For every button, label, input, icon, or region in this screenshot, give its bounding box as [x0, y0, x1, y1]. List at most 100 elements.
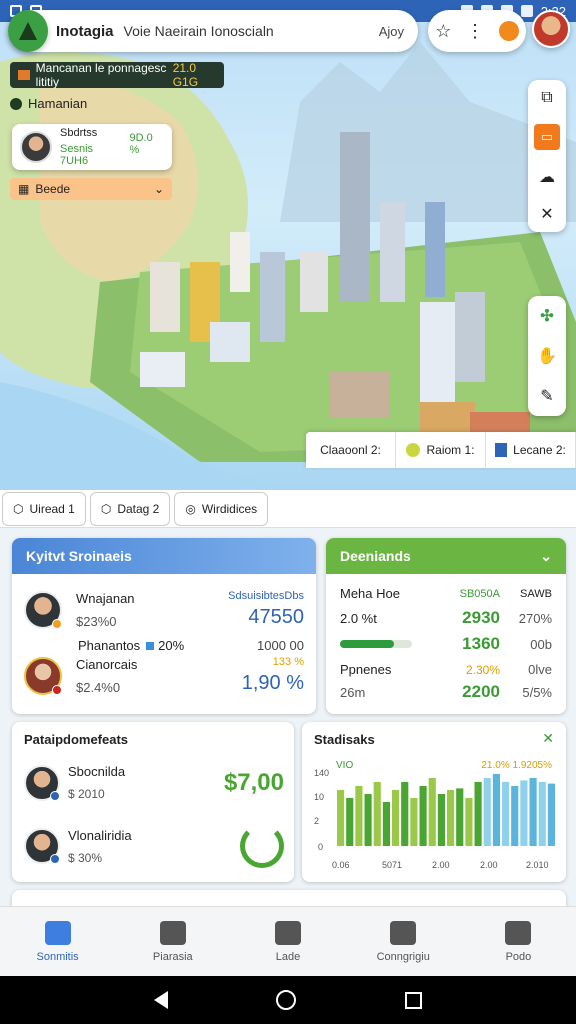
- nav-item-analytics[interactable]: Conngrigiu: [346, 907, 461, 976]
- list-item[interactable]: Phanantos 20% 1000 00: [78, 638, 304, 653]
- map-profile-card[interactable]: Sbdrtss Sesnis 7UH6 9D.0 %: [12, 124, 172, 170]
- chart-bar: [437, 794, 445, 846]
- banner-text: Mancanan le ponnagesc lititiy: [35, 61, 167, 89]
- chart-bar: [428, 778, 436, 846]
- app-logo[interactable]: [8, 10, 48, 52]
- status-badge: [50, 854, 60, 864]
- user-avatar[interactable]: [532, 10, 570, 48]
- chevron-down-icon: ⌄: [153, 182, 164, 196]
- chart-bar: [483, 778, 491, 846]
- chevron-down-icon[interactable]: ⌄: [540, 548, 552, 565]
- nav-item-people[interactable]: Piarasia: [115, 907, 230, 976]
- recents-icon[interactable]: [404, 991, 422, 1009]
- legend-item[interactable]: Lecane 2:: [486, 432, 576, 468]
- pin-icon: [10, 97, 22, 110]
- chart-bar: [538, 782, 546, 846]
- home-button-icon[interactable]: [276, 990, 297, 1010]
- map-location-label: Hamanian: [10, 96, 87, 111]
- cell-right: 5/5%: [522, 684, 552, 700]
- legend-item[interactable]: Claaoonl 2:: [306, 432, 396, 468]
- chip-1[interactable]: ⬡ Datag 2: [89, 491, 171, 526]
- camera-icon: ◎: [185, 501, 196, 516]
- chip-0[interactable]: ⬡ Uiread 1: [2, 491, 86, 526]
- star-icon[interactable]: ☆: [435, 21, 451, 42]
- chart-bar: [520, 780, 528, 846]
- chip-label: Wirdidices: [201, 501, 258, 516]
- chart-bar: [392, 790, 400, 846]
- chart-bar: [373, 782, 381, 846]
- legend-item[interactable]: Raiom 1:: [396, 432, 486, 468]
- map-tools-secondary: ✣ ✋ ✎: [528, 296, 566, 416]
- people-icon: [159, 920, 186, 945]
- chart-bar: [529, 778, 537, 846]
- card-header: Deeniands ⌄: [326, 538, 566, 574]
- cell-right: SAWB: [520, 587, 552, 600]
- notification-dot-icon[interactable]: [498, 21, 519, 41]
- x-tick: 2.00: [480, 860, 498, 870]
- layers-icon[interactable]: ⧉: [541, 89, 552, 107]
- statistics-card[interactable]: Stadisaks ✕ VIO 21.0% 1.9205% 140 10 2 0…: [302, 722, 566, 882]
- square-icon: [146, 641, 155, 650]
- list-item[interactable]: Sbocnilda $ 2010 $7,00: [24, 764, 284, 801]
- home-icon: [44, 920, 71, 945]
- list-item[interactable]: Vlonaliridia $ 30%: [24, 824, 284, 868]
- close-icon[interactable]: ✕: [540, 204, 553, 224]
- map-dropdown[interactable]: ▦ Beede ⌄: [10, 178, 172, 200]
- nav-label: Sonmitis: [36, 950, 79, 963]
- map-card-name: Sbdrtss: [60, 127, 98, 139]
- chart-bar: [346, 798, 354, 846]
- app-name: Inotagia: [56, 22, 114, 40]
- row-sub: $2.4%0: [76, 679, 121, 695]
- card-title: Kyitvt Sroinaeis: [12, 538, 316, 574]
- map-type-icon[interactable]: ▭: [534, 123, 560, 150]
- city-map[interactable]: [0, 22, 576, 492]
- more-icon[interactable]: ⋮: [466, 21, 484, 42]
- legend-dot-icon: [406, 443, 421, 457]
- nav-label: Conngrigiu: [376, 950, 430, 963]
- edit-icon[interactable]: ✎: [540, 386, 553, 406]
- nav-item-home[interactable]: Sonmitis: [0, 907, 115, 976]
- table-row: 2.0 %t 2930 270%: [340, 608, 552, 628]
- map-banner[interactable]: Mancanan le ponnagesc lititiy 21.0 G1G: [10, 61, 224, 89]
- recenter-icon[interactable]: ✣: [540, 306, 553, 326]
- list-item[interactable]: Wnajanan $23%0 SdsuisibtesDbs 47550: [24, 590, 304, 629]
- system-nav: [0, 976, 576, 1024]
- row-head: 133 %: [272, 656, 304, 668]
- list-item[interactable]: Cianorcais $2.4%0 133 % 1,90 %: [24, 656, 304, 695]
- status-badge: [52, 684, 62, 695]
- cell-right: 270%: [518, 610, 552, 626]
- bar-chart: 140 10 2 0 0.06 5071 2.00 2.00 2.010: [314, 768, 555, 870]
- legend-square-icon: [495, 443, 508, 457]
- status-badge: [52, 618, 62, 629]
- chart-bar: [419, 786, 427, 846]
- row-name: Cianorcais: [76, 656, 138, 672]
- progress-bar: [340, 640, 412, 648]
- nav-item-calendar[interactable]: Lade: [230, 907, 345, 976]
- tag-icon: ⬡: [100, 501, 112, 516]
- table-row: Ppnenes 2.30% 0lve: [340, 662, 552, 677]
- row-value: 1000 00: [257, 638, 304, 653]
- avatar: [24, 828, 60, 864]
- map-illustration: [0, 42, 576, 492]
- search-bar[interactable]: Inotagia Voie Naeirain Ionoscialn Ajoy: [8, 10, 418, 52]
- cloud-icon[interactable]: ☁: [539, 167, 555, 187]
- avatar: [24, 590, 62, 629]
- progress-fill: [340, 640, 394, 648]
- nav-label: Podo: [505, 950, 532, 963]
- chart-bar: [447, 790, 455, 846]
- table-row: 26m 2200 5/5%: [340, 682, 552, 702]
- analytics-icon: [390, 920, 417, 945]
- avatar: [24, 656, 62, 695]
- deeniands-card[interactable]: Deeniands ⌄ Meha Hoe SB050A SAWB 2.0 %t …: [326, 538, 566, 714]
- performance-card[interactable]: Pataipdomefeats Sbocnilda $ 2010 $7,00 V…: [12, 722, 294, 882]
- chip-2[interactable]: ◎ Wirdidices: [174, 491, 269, 526]
- chart-bar: [465, 798, 473, 846]
- battery-icon: [520, 5, 533, 17]
- back-icon[interactable]: [154, 991, 169, 1009]
- table-row: 1360 00b: [430, 634, 552, 654]
- nav-item-profile[interactable]: Podo: [461, 907, 576, 976]
- activity-card[interactable]: Kyitvt Sroinaeis Wnajanan $23%0 Sdsuisib…: [12, 538, 316, 714]
- hand-icon[interactable]: ✋: [537, 346, 557, 366]
- chart-bar: [401, 782, 409, 846]
- cell-mid: 1360: [462, 634, 500, 653]
